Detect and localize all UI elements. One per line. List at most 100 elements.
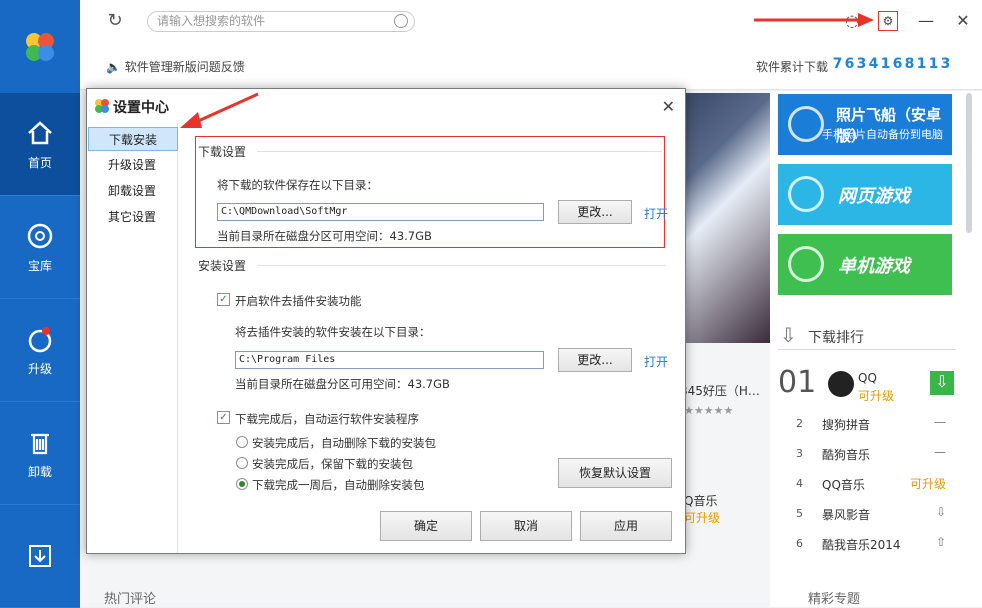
- rank-status: ⇧: [935, 535, 946, 549]
- feedback-link[interactable]: 🔈 软件管理新版问题反馈: [106, 58, 245, 75]
- settings-icon[interactable]: ⚙: [878, 11, 898, 31]
- rank-row[interactable]: 4 QQ音乐 可升级: [790, 473, 958, 495]
- clover-logo-icon: [26, 32, 54, 61]
- counter-digit: 1: [880, 56, 891, 72]
- delete-after-install-radio[interactable]: [236, 436, 248, 448]
- rank-app-status[interactable]: 可升级: [858, 387, 894, 404]
- close-icon[interactable]: ✕: [952, 10, 974, 32]
- search-icon[interactable]: [394, 14, 408, 28]
- rank-row[interactable]: 3 酷狗音乐 —: [790, 443, 958, 465]
- install-path-field[interactable]: C:\Program Files: [235, 351, 544, 369]
- plugin-free-checkbox[interactable]: ✓: [217, 293, 230, 306]
- settings-nav: 下载安装 升级设置 卸载设置 其它设置: [88, 123, 178, 553]
- divider: [778, 349, 956, 350]
- restore-defaults-button[interactable]: 恢复默认设置: [558, 458, 672, 488]
- counter-digit: 1: [916, 56, 927, 72]
- cancel-button[interactable]: 取消: [480, 511, 572, 541]
- rank-num: 6: [796, 537, 803, 550]
- ufo-icon: [788, 106, 824, 142]
- search-input[interactable]: 请输入想搜索的软件: [147, 11, 415, 32]
- rank-arrow-icon: ⇩: [780, 323, 797, 347]
- counter-digit: 7: [832, 56, 843, 72]
- counter-digit: 1: [928, 56, 939, 72]
- rank-row[interactable]: 6 酷我音乐2014 ⇧: [790, 533, 958, 555]
- close-icon[interactable]: ✕: [662, 97, 675, 116]
- refresh-icon[interactable]: ↻: [104, 10, 126, 32]
- special-topic-header: 精彩专题: [808, 592, 861, 607]
- delete-after-week-radio[interactable]: [236, 478, 248, 490]
- app-card-title[interactable]: 345好压（H…: [680, 382, 760, 399]
- download-count-label: 软件累计下载: [756, 60, 829, 74]
- nav-upgrade-settings[interactable]: 升级设置: [88, 153, 178, 177]
- kite-icon: [788, 246, 824, 282]
- apply-button[interactable]: 应用: [580, 511, 672, 541]
- app-card-rating: ★★★★★: [684, 404, 734, 417]
- ok-button[interactable]: 确定: [380, 511, 472, 541]
- rank-status: —: [934, 415, 946, 429]
- rank-status: ⇩: [935, 505, 946, 519]
- open-install-dir-link[interactable]: 打开: [644, 353, 668, 370]
- rank-num: 2: [796, 417, 803, 430]
- open-download-dir-link[interactable]: 打开: [644, 205, 668, 222]
- auto-install-label: 下载完成后，自动运行软件安装程序: [235, 412, 419, 426]
- nav-download[interactable]: [0, 505, 80, 608]
- rank-row[interactable]: 5 暴风影音 ⇩: [790, 503, 958, 525]
- nav-library-label: 宝库: [27, 258, 52, 273]
- install-section-title: 安装设置: [198, 259, 247, 273]
- skin-icon[interactable]: ◌: [841, 10, 863, 32]
- rank-name: 搜狗拼音: [822, 418, 871, 432]
- rank-title: 下载排行: [808, 330, 864, 346]
- minimize-icon[interactable]: —: [915, 10, 937, 32]
- counter-digit: 6: [892, 56, 903, 72]
- nav-upgrade[interactable]: 升级: [0, 299, 80, 402]
- dialog-title: 设置中心: [113, 100, 169, 116]
- counter-digit: 8: [904, 56, 915, 72]
- delete-after-week-label: 下载完成一周后，自动删除安装包: [252, 478, 425, 492]
- scrollbar[interactable]: [966, 93, 972, 233]
- divider: [257, 151, 662, 152]
- nav-other-settings[interactable]: 其它设置: [88, 205, 178, 229]
- app-card-title[interactable]: Q音乐: [684, 492, 717, 509]
- download-path-field[interactable]: C:\QMDownload\SoftMgr: [217, 203, 544, 221]
- nav-home[interactable]: 首页: [0, 93, 80, 196]
- left-rail: 首页 宝库 升级 卸载: [0, 0, 80, 608]
- rank-app-name[interactable]: QQ: [858, 371, 877, 385]
- qq-penguin-icon: [828, 371, 854, 397]
- disc-icon: [27, 223, 53, 248]
- single-games-tile[interactable]: 单机游戏: [778, 234, 952, 295]
- clover-logo-icon: [95, 99, 109, 113]
- nav-home-label: 首页: [27, 155, 52, 170]
- download-section-title: 下载设置: [198, 145, 247, 159]
- nav-library[interactable]: 宝库: [0, 196, 80, 299]
- tile-title: 网页游戏: [838, 186, 910, 207]
- rank-num: 4: [796, 477, 803, 490]
- trash-icon: [31, 433, 49, 454]
- rocket-icon: [788, 176, 824, 212]
- change-download-dir-button[interactable]: 更改...: [558, 200, 632, 224]
- download-dir-label: 将下载的软件保存在以下目录：: [217, 178, 378, 192]
- rank-number: 01: [778, 365, 817, 400]
- keep-package-label: 安装完成后，保留下载的安装包: [252, 457, 413, 471]
- keep-package-radio[interactable]: [236, 457, 248, 469]
- install-free-space: 当前目录所在磁盘分区可用空间：43.7GB: [235, 377, 450, 391]
- download-button[interactable]: ⇩: [930, 371, 954, 395]
- app-card-status[interactable]: 可升级: [684, 509, 720, 526]
- change-install-dir-button[interactable]: 更改...: [558, 348, 632, 372]
- upgrade-icon: [28, 326, 52, 352]
- rank-name: 暴风影音: [822, 508, 871, 522]
- nav-uninstall-settings[interactable]: 卸载设置: [88, 179, 178, 203]
- nav-download-install[interactable]: 下载安装: [88, 127, 178, 151]
- nav-uninstall[interactable]: 卸载: [0, 402, 80, 505]
- counter-digit: 4: [868, 56, 879, 72]
- hot-comment-header: 热门评论: [104, 592, 157, 607]
- rank-name: 酷狗音乐: [822, 448, 871, 462]
- rank-row[interactable]: 2 搜狗拼音 —: [790, 413, 958, 435]
- nav-uninstall-label: 卸载: [27, 464, 52, 479]
- rank-name: 酷我音乐2014: [822, 538, 901, 552]
- auto-install-checkbox[interactable]: ✓: [217, 411, 230, 424]
- web-games-tile[interactable]: 网页游戏: [778, 164, 952, 225]
- rank-name: QQ音乐: [822, 478, 865, 492]
- counter-digit: 6: [844, 56, 855, 72]
- divider: [257, 265, 665, 266]
- photo-ship-tile[interactable]: 照片飞船（安卓版） 手机照片自动备份到电脑: [778, 94, 952, 155]
